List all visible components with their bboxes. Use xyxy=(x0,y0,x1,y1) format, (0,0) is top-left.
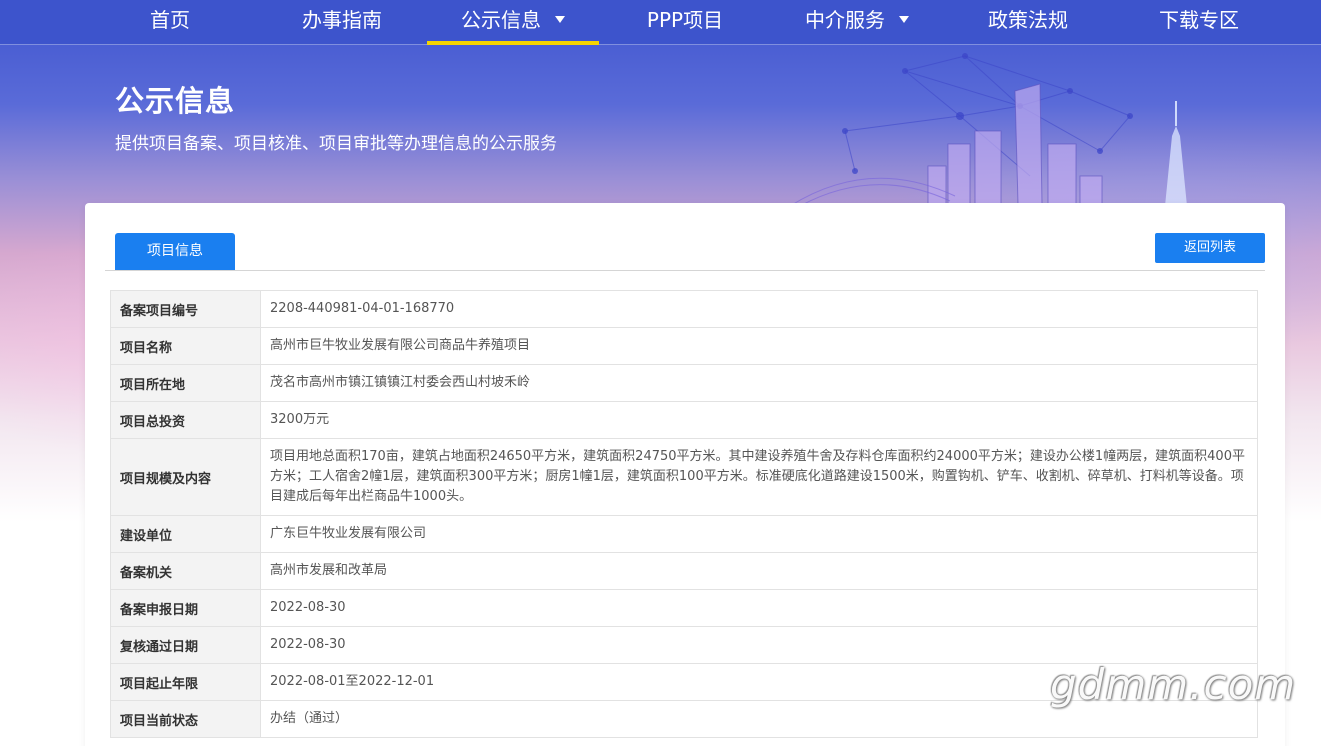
table-row: 项目名称 高州市巨牛牧业发展有限公司商品牛养殖项目 xyxy=(110,327,1258,365)
row-label: 项目名称 xyxy=(110,327,261,365)
nav-item-ppp[interactable]: PPP项目 xyxy=(599,0,771,45)
row-label: 备案机关 xyxy=(110,552,261,590)
row-label: 复核通过日期 xyxy=(110,626,261,664)
row-label: 备案申报日期 xyxy=(110,589,261,627)
nav-item-agency-services[interactable]: 中介服务 xyxy=(771,0,943,45)
table-row: 备案项目编号 2208-440981-04-01-168770 xyxy=(110,290,1258,328)
site-watermark: gdmm.com xyxy=(1050,660,1297,709)
nav-item-label: 公示信息 xyxy=(461,8,541,32)
nav-item-downloads[interactable]: 下载专区 xyxy=(1113,0,1285,45)
row-value: 项目用地总面积170亩，建筑占地面积24650平方米，建筑面积24750平方米。… xyxy=(260,438,1258,516)
table-row: 备案机关 高州市发展和改革局 xyxy=(110,552,1258,590)
row-label: 建设单位 xyxy=(110,515,261,553)
row-label: 项目当前状态 xyxy=(110,700,261,738)
row-label: 项目所在地 xyxy=(110,364,261,402)
table-row: 复核通过日期 2022-08-30 xyxy=(110,626,1258,664)
top-navigation: 首页 办事指南 公示信息 PPP项目 中介服务 政策法规 下载专区 xyxy=(0,0,1321,45)
row-label: 项目总投资 xyxy=(110,401,261,439)
row-label: 项目规模及内容 xyxy=(110,438,261,516)
row-value: 高州市发展和改革局 xyxy=(260,552,1258,590)
tab-divider xyxy=(105,270,1265,271)
table-row: 建设单位 广东巨牛牧业发展有限公司 xyxy=(110,515,1258,553)
row-value: 茂名市高州市镇江镇镇江村委会西山村坡禾岭 xyxy=(260,364,1258,402)
nav-item-label: PPP项目 xyxy=(646,8,724,32)
table-row: 项目所在地 茂名市高州市镇江镇镇江村委会西山村坡禾岭 xyxy=(110,364,1258,402)
row-value: 2022-08-30 xyxy=(260,589,1258,627)
row-value: 3200万元 xyxy=(260,401,1258,439)
nav-item-label: 办事指南 xyxy=(302,8,382,32)
nav-item-public-info[interactable]: 公示信息 xyxy=(427,0,599,45)
table-row: 项目总投资 3200万元 xyxy=(110,401,1258,439)
nav-item-policy[interactable]: 政策法规 xyxy=(942,0,1114,45)
row-label: 项目起止年限 xyxy=(110,663,261,701)
nav-item-label: 中介服务 xyxy=(805,8,885,32)
nav-item-guide[interactable]: 办事指南 xyxy=(256,0,428,45)
nav-item-home[interactable]: 首页 xyxy=(84,0,256,45)
chevron-down-icon xyxy=(899,16,909,23)
cityscape-illustration xyxy=(789,53,1187,206)
row-label: 备案项目编号 xyxy=(110,290,261,328)
nav-item-label: 政策法规 xyxy=(988,8,1068,32)
nav-item-label: 首页 xyxy=(150,8,190,32)
page-subtitle: 提供项目备案、项目核准、项目审批等办理信息的公示服务 xyxy=(115,134,557,154)
page-title: 公示信息 xyxy=(115,84,236,118)
row-value: 广东巨牛牧业发展有限公司 xyxy=(260,515,1258,553)
table-row: 备案申报日期 2022-08-30 xyxy=(110,589,1258,627)
row-value: 2022-08-30 xyxy=(260,626,1258,664)
tab-project-info[interactable]: 项目信息 xyxy=(115,233,235,270)
chevron-down-icon xyxy=(555,16,565,23)
row-value: 高州市巨牛牧业发展有限公司商品牛养殖项目 xyxy=(260,327,1258,365)
nav-item-label: 下载专区 xyxy=(1159,8,1239,32)
back-to-list-button[interactable]: 返回列表 xyxy=(1155,233,1265,263)
row-value: 2208-440981-04-01-168770 xyxy=(260,290,1258,328)
table-row: 项目规模及内容 项目用地总面积170亩，建筑占地面积24650平方米，建筑面积2… xyxy=(110,438,1258,516)
